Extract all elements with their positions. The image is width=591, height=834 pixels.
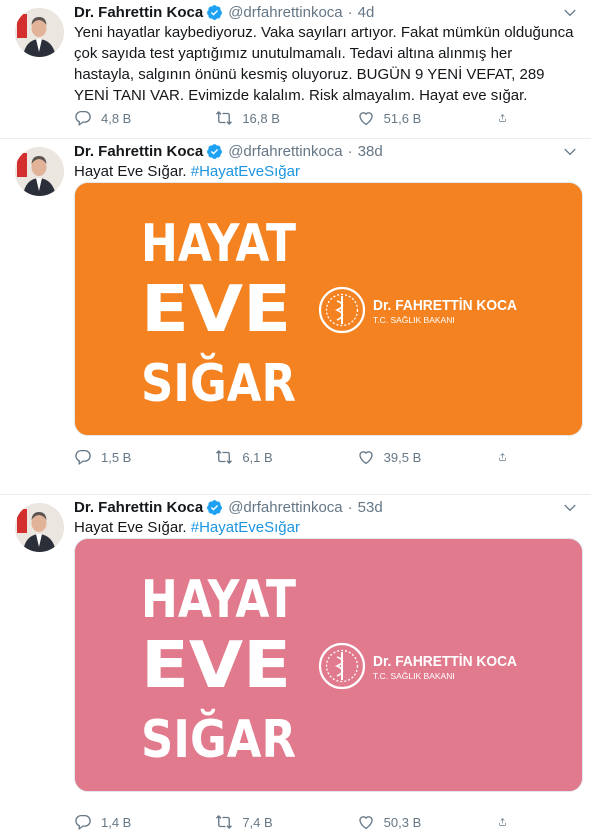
retweet-count: 6,1 B (242, 449, 273, 465)
retweet-count: 7,4 B (242, 814, 273, 830)
card-line-2: EVE (141, 273, 291, 347)
separator-dot: · (347, 3, 353, 21)
share-button[interactable] (498, 109, 516, 127)
card-line-3: SIĞAR (141, 352, 296, 414)
author-name[interactable]: Dr. Fahrettin Koca (74, 4, 203, 21)
author-handle[interactable]: @drfahrettinkoca (228, 499, 342, 516)
like-icon (358, 451, 373, 465)
card-logo-name: Dr. FAHRETTİN KOCA (373, 653, 517, 670)
reply-count: 4,8 B (101, 110, 132, 126)
share-icon (499, 114, 506, 122)
like-count: 51,6 B (383, 110, 422, 126)
retweet-icon (216, 111, 233, 125)
tweet[interactable]: Dr. Fahrettin Koca @drfahrettinkoca · 38… (0, 139, 591, 495)
hashtag-link[interactable]: #HayatEveSığar (191, 163, 300, 180)
chevron-down-icon[interactable] (563, 6, 577, 20)
card-line-2: EVE (141, 629, 291, 703)
tweet-text: Hayat Eve Sığar. #HayatEveSığar (74, 517, 574, 538)
card-line-1: HAYAT (141, 214, 296, 274)
media-card[interactable]: HAYAT EVE SIĞAR Dr. FAHRETTİN KOCA T.C. … (74, 538, 583, 792)
ministry-emblem-icon (318, 642, 366, 690)
author-handle[interactable]: @drfahrettinkoca (228, 143, 342, 160)
retweet-button[interactable]: 6,1 B (215, 448, 313, 466)
share-button[interactable] (498, 813, 516, 831)
like-button[interactable]: 39,5 B (357, 448, 455, 466)
tweet-text-body: Hayat Eve Sığar. (74, 519, 187, 536)
verified-badge-icon (207, 499, 223, 515)
retweet-button[interactable]: 16,8 B (215, 109, 313, 127)
hashtag-link[interactable]: #HayatEveSığar (191, 519, 300, 536)
author-name[interactable]: Dr. Fahrettin Koca (74, 499, 203, 516)
ministry-emblem-icon (318, 286, 366, 334)
tweet-time[interactable]: 53d (358, 499, 383, 516)
retweet-count: 16,8 B (242, 110, 280, 126)
share-icon (499, 453, 506, 461)
verified-badge-icon (207, 143, 223, 159)
reply-icon (75, 110, 91, 127)
chevron-down-icon[interactable] (563, 501, 577, 515)
reply-count: 1,4 B (101, 814, 132, 830)
separator-dot: · (347, 498, 353, 516)
campaign-graphic: HAYAT EVE SIĞAR Dr. FAHRETTİN KOCA T.C. … (75, 539, 582, 791)
avatar[interactable] (15, 8, 64, 57)
separator-dot: · (347, 142, 353, 160)
avatar[interactable] (15, 503, 64, 552)
reply-count: 1,5 B (101, 449, 132, 465)
share-icon (499, 818, 506, 826)
card-logo-title: T.C. SAĞLIK BAKANI (373, 315, 455, 325)
like-button[interactable]: 50,3 B (357, 813, 455, 831)
tweet-time[interactable]: 4d (358, 4, 375, 21)
reply-icon (75, 449, 91, 466)
tweet-actions: 1,4 B 7,4 B 50,3 B (74, 811, 516, 833)
tweet-text: Hayat Eve Sığar. #HayatEveSığar (74, 161, 574, 182)
like-icon (358, 816, 373, 830)
author-name[interactable]: Dr. Fahrettin Koca (74, 143, 203, 160)
tweet-text: Yeni hayatlar kaybediyoruz. Vaka sayılar… (74, 24, 574, 104)
avatar[interactable] (15, 147, 64, 196)
reply-button[interactable]: 4,8 B (74, 109, 172, 127)
reply-button[interactable]: 1,5 B (74, 448, 172, 466)
like-button[interactable]: 51,6 B (357, 109, 455, 127)
tweet-time[interactable]: 38d (358, 143, 383, 160)
card-logo-title: T.C. SAĞLIK BAKANI (373, 671, 455, 681)
verified-badge-icon (207, 4, 223, 20)
share-button[interactable] (498, 448, 516, 466)
reply-icon (75, 814, 91, 831)
tweet[interactable]: Dr. Fahrettin Koca @drfahrettinkoca · 53… (0, 495, 591, 834)
reply-button[interactable]: 1,4 B (74, 813, 172, 831)
chevron-down-icon[interactable] (563, 145, 577, 159)
retweet-button[interactable]: 7,4 B (215, 813, 313, 831)
author-handle[interactable]: @drfahrettinkoca (228, 4, 342, 21)
tweet-text-body: Hayat Eve Sığar. (74, 163, 187, 180)
tweet-actions: 1,5 B 6,1 B 39,5 B (74, 446, 516, 468)
like-icon (358, 112, 373, 126)
tweet-actions: 4,8 B 16,8 B 51,6 B (74, 107, 516, 129)
card-line-3: SIĞAR (141, 708, 296, 770)
card-logo-name: Dr. FAHRETTİN KOCA (373, 297, 517, 314)
card-line-1: HAYAT (141, 570, 296, 630)
retweet-icon (216, 450, 233, 464)
tweet[interactable]: Dr. Fahrettin Koca @drfahrettinkoca · 4d… (0, 0, 591, 139)
retweet-icon (216, 815, 233, 829)
like-count: 39,5 B (383, 449, 422, 465)
campaign-graphic: HAYAT EVE SIĞAR Dr. FAHRETTİN KOCA T.C. … (75, 183, 582, 435)
like-count: 50,3 B (383, 814, 422, 830)
media-card[interactable]: HAYAT EVE SIĞAR Dr. FAHRETTİN KOCA T.C. … (74, 182, 583, 436)
